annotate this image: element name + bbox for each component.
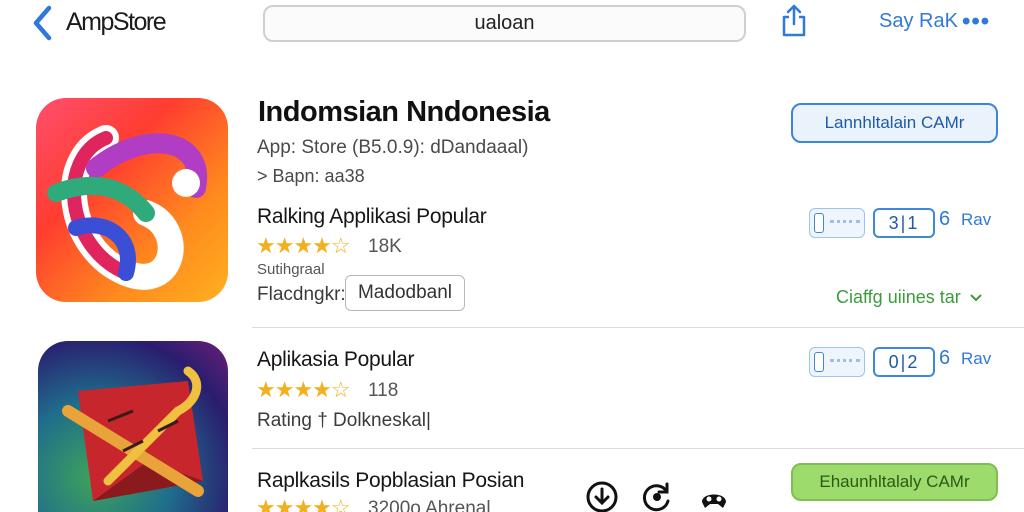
app-title-featured: Indomsian Nndonesia bbox=[258, 96, 550, 128]
config-link-label: Ciaffg uiines tar bbox=[836, 287, 961, 307]
gamepad-icon[interactable] bbox=[697, 480, 731, 512]
say-link[interactable]: Say RaK bbox=[879, 10, 958, 33]
share-icon[interactable] bbox=[780, 4, 808, 38]
popular-title: Aplikasia Popular bbox=[257, 348, 415, 371]
third-title: Raplkasils Popblasian Posian bbox=[257, 469, 525, 492]
install-button-green[interactable]: Ehaunhltalaly CAMr bbox=[791, 463, 998, 501]
rev-link[interactable]: Rav bbox=[961, 349, 991, 369]
review-count: 3200o Ahrenal bbox=[368, 498, 491, 512]
rating-label: Rating † Dolkneskal| bbox=[257, 410, 431, 431]
chevron-down-icon bbox=[969, 287, 983, 308]
app-icon-primary[interactable] bbox=[36, 98, 228, 302]
stepper-glyph: 6 bbox=[939, 347, 951, 369]
star-rating: ★★★★☆ bbox=[256, 377, 351, 402]
chevron-left-icon[interactable] bbox=[30, 4, 56, 42]
app-subtitle: App: Store (B5.0.9): dDandaaal) bbox=[257, 137, 529, 158]
top-bar: AmpStore ualoan Say RaK ••• bbox=[0, 0, 1024, 52]
rating-count: 118 bbox=[368, 380, 399, 401]
rev-link[interactable]: Rav bbox=[961, 210, 991, 230]
app-icon-secondary[interactable] bbox=[38, 341, 228, 512]
more-dots-icon[interactable]: ••• bbox=[962, 8, 990, 36]
row-label: Flacdngkr: bbox=[257, 284, 346, 305]
download-icon[interactable] bbox=[585, 480, 619, 512]
stepper-glyph: 6 bbox=[939, 208, 951, 230]
install-button[interactable]: Lannhltalain CAMr bbox=[791, 103, 998, 143]
config-link[interactable]: Ciaffg uiines tar bbox=[836, 287, 983, 308]
stepper-value[interactable]: 3|1 bbox=[873, 208, 935, 238]
rating-count: 18K bbox=[368, 236, 402, 257]
app-meta: > Bapn: aa38 bbox=[257, 166, 365, 186]
stepper-value[interactable]: 0|2 bbox=[873, 347, 935, 377]
divider bbox=[252, 327, 1024, 328]
sub-label: Sutihgraal bbox=[257, 261, 325, 278]
category-tag[interactable]: Madodbanl bbox=[345, 275, 465, 311]
search-input[interactable]: ualoan bbox=[263, 5, 746, 42]
app-title: AmpStore bbox=[66, 8, 167, 36]
refresh-icon[interactable] bbox=[640, 480, 674, 512]
toggle-switch[interactable] bbox=[809, 347, 865, 377]
star-rating: ★★★★☆ bbox=[256, 233, 351, 258]
star-rating: ★★★★☆ bbox=[256, 495, 351, 512]
toggle-switch[interactable] bbox=[809, 208, 865, 238]
ranking-label: Ralking Applikasi Popular bbox=[257, 205, 487, 228]
divider bbox=[252, 448, 1024, 449]
